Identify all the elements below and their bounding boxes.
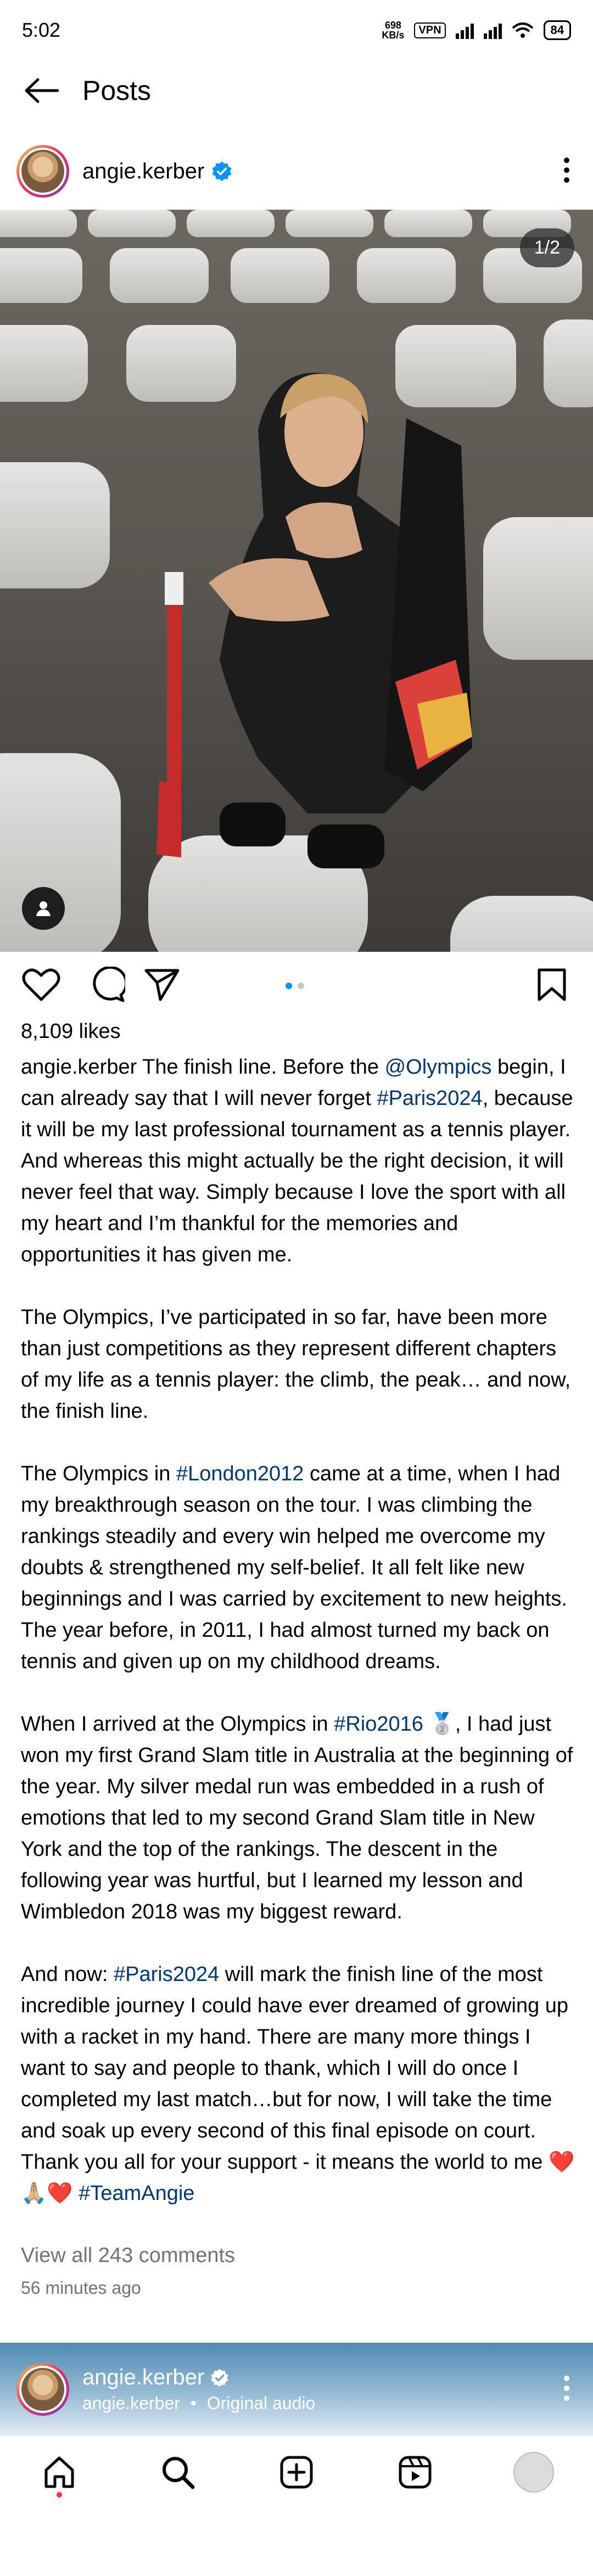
reels-icon [399, 2456, 432, 2489]
caption-text: , because it will be my last professiona… [21, 1087, 573, 1266]
hashtag-link[interactable]: #Paris2024 [114, 1963, 219, 1986]
caption-paragraph: The Olympics, I’ve participated in so fa… [21, 1302, 575, 1427]
send-icon [144, 969, 180, 1001]
search-icon [163, 2457, 195, 2489]
next-post-more-button[interactable] [562, 2375, 571, 2405]
avatar-image [19, 2366, 66, 2413]
post-username[interactable]: angie.kerber [82, 159, 204, 184]
hashtag-link[interactable]: #London2012 [176, 1462, 304, 1485]
network-speed: 698 KB/s [382, 20, 405, 41]
verified-badge-icon [212, 161, 232, 181]
vpn-icon: VPN [414, 22, 446, 38]
avatar-image [19, 148, 66, 195]
post-caption: angie.kerber The finish line. Before the… [21, 1052, 575, 2209]
original-audio-link[interactable]: angie.kerber • Original audio [82, 2393, 315, 2414]
next-post-header: angie.kerber angie.kerber • Original aud… [0, 2343, 593, 2436]
wifi-icon [512, 23, 533, 38]
bottom-nav [0, 2436, 593, 2508]
hashtag-link[interactable]: #TeamAngie [79, 2182, 194, 2205]
nav-home[interactable] [26, 2439, 92, 2505]
bookmark-icon [538, 968, 566, 1001]
carousel-indicator [286, 983, 304, 989]
caption-text: The Olympics, I’ve participated in so fa… [21, 1306, 571, 1423]
person-tag-icon [36, 901, 51, 916]
caption-paragraph: When I arrived at the Olympics in #Rio20… [21, 1709, 575, 1928]
nav-create[interactable] [264, 2439, 329, 2505]
post-timestamp: 56 minutes ago [21, 2278, 141, 2298]
view-comments-link[interactable]: View all 243 comments [21, 2244, 235, 2268]
caption-text: came at a time, when I had my breakthrou… [21, 1462, 567, 1673]
hashtag-link[interactable]: #Paris2024 [377, 1087, 482, 1110]
caption-username[interactable]: angie.kerber [21, 1056, 142, 1079]
battery-icon: 84 [543, 20, 571, 40]
status-icons: 698 KB/s VPN 84 [382, 20, 571, 40]
stadium-photo [0, 210, 593, 952]
post-header: angie.kerber [0, 139, 593, 203]
carousel-dot-active [286, 983, 292, 989]
caption-paragraph: The Olympics in #London2012 came at a ti… [21, 1458, 575, 1677]
signal-icon [455, 21, 474, 39]
status-bar: 5:02 698 KB/s VPN 84 [0, 0, 593, 60]
hashtag-link[interactable]: #Rio2016 [334, 1713, 423, 1736]
page-title: Posts [82, 75, 152, 106]
nav-profile[interactable] [501, 2439, 567, 2505]
plus-square-icon [280, 2456, 313, 2489]
home-icon [44, 2456, 74, 2488]
arrow-left-icon [25, 78, 59, 103]
tagged-people-button[interactable] [22, 887, 65, 930]
caption-text: The Olympics in [21, 1462, 176, 1485]
back-button[interactable] [0, 60, 82, 121]
image-counter: 1/2 [519, 228, 574, 267]
likes-count[interactable]: 8,109 likes [21, 1020, 121, 1043]
caption-paragraph: And now: #Paris2024 will mark the finish… [21, 1959, 575, 2209]
mention-link[interactable]: @Olympics [385, 1056, 492, 1079]
status-time: 5:02 [22, 19, 61, 41]
next-post-avatar[interactable] [16, 2363, 69, 2416]
more-vertical-icon [564, 157, 569, 183]
top-bar: Posts [0, 60, 593, 121]
verified-badge-icon [211, 2369, 229, 2387]
post-actions [0, 952, 593, 1018]
nav-search[interactable] [145, 2439, 211, 2505]
comment-bubble-icon [93, 967, 125, 1002]
caption-text: And now: [21, 1963, 114, 1986]
signal-icon-2 [483, 21, 502, 39]
save-button[interactable] [527, 952, 577, 1018]
more-vertical-icon [564, 2375, 569, 2401]
nav-reels[interactable] [382, 2439, 448, 2505]
caption-text: 🥈, I had just won my first Grand Slam ti… [21, 1713, 573, 1923]
avatar[interactable] [16, 145, 69, 198]
caption-text: will mark the finish line of the most in… [21, 1963, 575, 2205]
profile-avatar-icon [513, 2452, 554, 2493]
notification-dot [57, 2492, 62, 2498]
comment-button[interactable] [82, 952, 132, 1018]
next-post-username[interactable]: angie.kerber [82, 2365, 204, 2390]
more-options-button[interactable] [562, 156, 571, 187]
post-image[interactable]: 1/2 [0, 210, 593, 952]
heart-icon [22, 968, 60, 1001]
carousel-dot [298, 983, 304, 989]
next-post-info: angie.kerber angie.kerber • Original aud… [82, 2365, 315, 2414]
caption-text: When I arrived at the Olympics in [21, 1713, 334, 1736]
caption-paragraph: angie.kerber The finish line. Before the… [21, 1052, 575, 1271]
like-button[interactable] [0, 952, 82, 1018]
share-button[interactable] [132, 952, 192, 1018]
caption-text: The finish line. Before the [142, 1056, 385, 1079]
